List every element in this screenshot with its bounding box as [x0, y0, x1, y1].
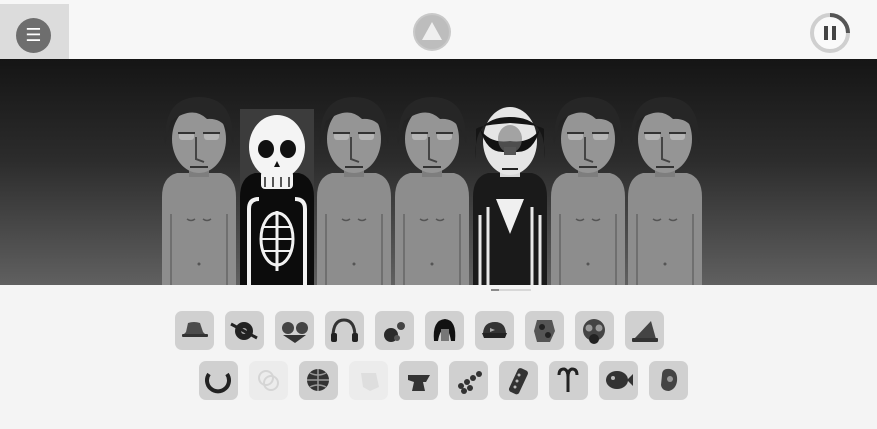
top-bar: ☰: [0, 0, 877, 59]
pattern-icon[interactable]: [525, 311, 564, 350]
sequence-progress-fill: [491, 289, 499, 291]
anvil-icon[interactable]: [399, 361, 438, 400]
skull-icon[interactable]: [349, 361, 388, 400]
fish-icon[interactable]: [599, 361, 638, 400]
pause-icon[interactable]: [808, 11, 852, 55]
character-masked-5[interactable]: [473, 107, 547, 285]
character-plain-6[interactable]: [551, 97, 625, 285]
witch-hat-icon[interactable]: [625, 311, 664, 350]
character-plain-3[interactable]: [317, 97, 391, 285]
character-stage: [0, 59, 877, 285]
character-plain-1[interactable]: [162, 97, 236, 285]
remote-icon[interactable]: [499, 361, 538, 400]
headphones-icon[interactable]: [325, 311, 364, 350]
character-skeleton-2[interactable]: [240, 109, 314, 285]
sequence-progress: [491, 289, 531, 291]
dots-icon[interactable]: [449, 361, 488, 400]
hat-icon[interactable]: [175, 311, 214, 350]
triangle-logo-icon[interactable]: [413, 13, 451, 51]
cap-icon[interactable]: [475, 311, 514, 350]
hamburger-icon[interactable]: ☰: [16, 18, 51, 53]
hair-icon[interactable]: [425, 311, 464, 350]
globe-icon[interactable]: [299, 361, 338, 400]
coil-icon[interactable]: [249, 361, 288, 400]
menu-area: ☰: [0, 4, 69, 59]
drops-icon[interactable]: [375, 311, 414, 350]
character-plain-7[interactable]: [628, 97, 702, 285]
aries-icon[interactable]: [549, 361, 588, 400]
disc-icon[interactable]: [225, 311, 264, 350]
gas-mask-icon[interactable]: [575, 311, 614, 350]
character-plain-4[interactable]: [395, 97, 469, 285]
ring-icon[interactable]: [199, 361, 238, 400]
ear-icon[interactable]: [649, 361, 688, 400]
glasses-icon[interactable]: [275, 311, 314, 350]
